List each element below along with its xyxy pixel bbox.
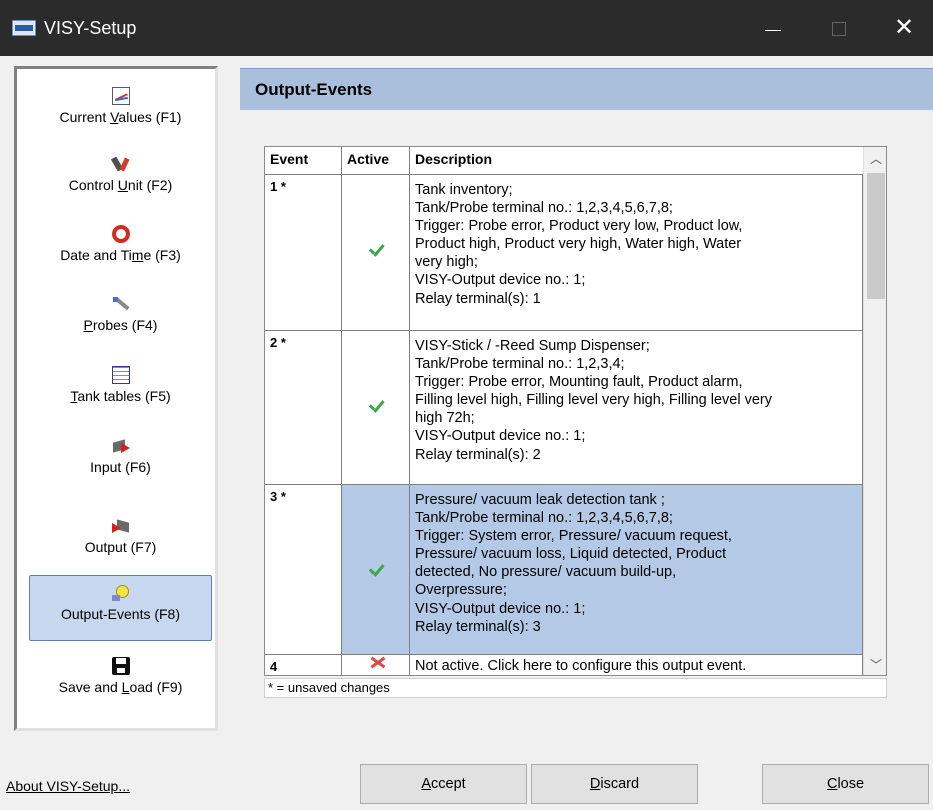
sidebar-item-label: Date and Time (F3) <box>60 247 181 263</box>
unsaved-changes-note: * = unsaved changes <box>264 678 887 698</box>
discard-button[interactable]: Discard <box>531 764 698 804</box>
sidebar-item-label: Input (F6) <box>90 459 151 475</box>
event-description: Pressure/ vacuum leak detection tank ; T… <box>410 485 863 654</box>
output-arrow-icon <box>111 517 130 535</box>
event-number: 3 * <box>265 485 342 654</box>
title-bar: VISY-Setup ✕ <box>0 0 933 56</box>
accept-button[interactable]: Accept <box>360 764 527 804</box>
maximize-button[interactable] <box>810 0 866 56</box>
column-header-event[interactable]: Event <box>265 147 342 175</box>
check-icon <box>368 399 386 417</box>
input-arrow-icon <box>112 437 130 455</box>
scroll-down-icon[interactable]: ﹀ <box>864 653 886 675</box>
event-description: Tank inventory; Tank/Probe terminal no.:… <box>410 175 863 330</box>
sidebar-item-date-and-time[interactable]: Date and Time (F3) <box>29 217 212 283</box>
sidebar-item-label: Probes (F4) <box>83 317 158 333</box>
active-cell[interactable] <box>342 485 410 654</box>
event-number: 4 <box>265 655 342 675</box>
check-icon <box>368 563 386 581</box>
sidebar-item-control-unit[interactable]: Control Unit (F2) <box>29 147 212 213</box>
event-number: 1 * <box>265 175 342 330</box>
table-header: Event Active Description <box>265 147 863 175</box>
sidebar-item-probes[interactable]: Probes (F4) <box>29 287 212 353</box>
sidebar-item-label: Output-Events (F8) <box>60 606 181 622</box>
sidebar-item-current-values[interactable]: Current Values (F1) <box>29 79 212 145</box>
vertical-scrollbar[interactable]: ︿ ﹀ <box>863 147 886 675</box>
sidebar: Current Values (F1) Control Unit (F2) Da… <box>14 66 218 731</box>
sidebar-item-label: Output (F7) <box>84 539 157 555</box>
event-number: 2 * <box>265 331 342 484</box>
sidebar-item-output[interactable]: Output (F7) <box>29 509 212 575</box>
sidebar-item-save-and-load[interactable]: Save and Load (F9) <box>29 649 212 715</box>
page-title: Output-Events <box>255 80 373 99</box>
close-button[interactable]: Close <box>762 764 929 804</box>
panel-header: Output-Events <box>240 68 933 110</box>
scroll-thumb[interactable] <box>867 173 885 299</box>
close-window-button[interactable]: ✕ <box>876 0 932 56</box>
sidebar-item-label: Tank tables (F5) <box>70 388 171 404</box>
active-cell[interactable] <box>342 331 410 484</box>
scroll-up-icon[interactable]: ︿ <box>864 147 886 171</box>
alarm-clock-icon <box>111 225 130 243</box>
column-header-active[interactable]: Active <box>342 147 410 175</box>
table-row[interactable]: 2 * VISY-Stick / -Reed Sump Dispenser; T… <box>265 331 863 485</box>
probe-icon <box>112 295 130 313</box>
active-cell[interactable] <box>342 175 410 330</box>
cross-icon <box>370 657 386 667</box>
minimize-button[interactable] <box>745 0 801 56</box>
event-description: Not active. Click here to configure this… <box>410 655 863 675</box>
sidebar-item-label: Control Unit (F2) <box>68 177 173 193</box>
app-icon <box>12 20 36 36</box>
check-icon <box>368 243 386 261</box>
save-disk-icon <box>111 657 130 675</box>
table-row[interactable]: 4 Not active. Click here to configure th… <box>265 655 863 675</box>
chart-icon <box>111 87 130 105</box>
window-title: VISY-Setup <box>44 18 137 38</box>
event-description: VISY-Stick / -Reed Sump Dispenser; Tank/… <box>410 331 863 484</box>
sidebar-item-label: Save and Load (F9) <box>58 679 183 695</box>
about-link[interactable]: About VISY-Setup... <box>6 778 130 794</box>
sidebar-item-tank-tables[interactable]: Tank tables (F5) <box>29 358 212 424</box>
active-cell[interactable] <box>342 655 410 675</box>
output-events-table: Event Active Description 1 * Tank invent… <box>264 146 887 676</box>
tools-icon <box>112 155 130 173</box>
table-icon <box>111 366 130 384</box>
lightbulb-icon <box>111 584 130 602</box>
sidebar-item-label: Current Values (F1) <box>59 109 182 125</box>
column-header-description[interactable]: Description <box>410 147 863 175</box>
sidebar-item-input[interactable]: Input (F6) <box>29 429 212 495</box>
table-row[interactable]: 1 * Tank inventory; Tank/Probe terminal … <box>265 175 863 331</box>
table-row[interactable]: 3 * Pressure/ vacuum leak detection tank… <box>265 485 863 655</box>
sidebar-item-output-events[interactable]: Output-Events (F8) <box>29 575 212 641</box>
